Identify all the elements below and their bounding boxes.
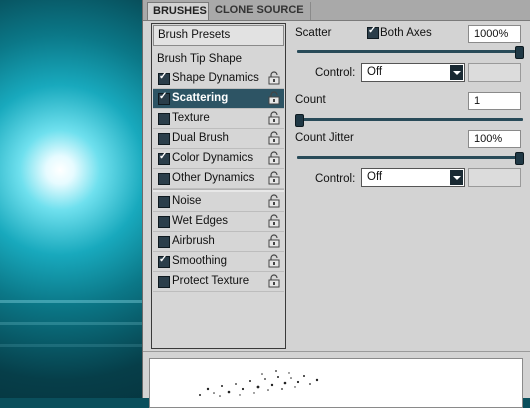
both-axes-checkbox[interactable] — [367, 25, 379, 39]
scatter-control-extra-field — [468, 63, 521, 82]
shape-dynamics-label: Shape Dynamics — [172, 72, 259, 84]
protect-texture-label: Protect Texture — [172, 275, 250, 287]
list-item-other-dynamics[interactable]: Other Dynamics — [153, 169, 284, 189]
scatter-label: Scatter — [295, 27, 332, 39]
brush-tip-shape-item[interactable]: Brush Tip Shape — [157, 52, 242, 66]
list-item-protect-texture[interactable]: Protect Texture — [153, 272, 284, 292]
scatter-slider-track[interactable] — [297, 50, 523, 53]
color-dynamics-label: Color Dynamics — [172, 152, 254, 164]
list-item-smoothing[interactable]: Smoothing — [153, 252, 284, 272]
texture-label: Texture — [172, 112, 210, 124]
lock-icon[interactable] — [267, 131, 281, 145]
count-jitter-slider-track[interactable] — [297, 156, 523, 159]
lock-icon[interactable] — [267, 71, 281, 85]
dual-brush-label: Dual Brush — [172, 132, 229, 144]
count-jitter-control-value: Off — [367, 171, 383, 183]
lock-icon[interactable] — [267, 171, 281, 185]
protect-texture-checkbox[interactable] — [158, 276, 170, 288]
noise-label: Noise — [172, 195, 202, 207]
list-item-shape-dynamics[interactable]: Shape Dynamics — [153, 69, 284, 89]
brushes-panel: BRUSHES CLONE SOURCE Brush Presets Brush… — [142, 0, 530, 408]
airbrush-label: Airbrush — [172, 235, 215, 247]
chevron-down-icon — [450, 170, 463, 185]
panel-tab-bar: BRUSHES CLONE SOURCE — [143, 0, 530, 21]
list-item-texture[interactable]: Texture — [153, 109, 284, 129]
count-jitter-control-select[interactable]: Off — [361, 168, 465, 187]
brush-stroke-scatter — [199, 370, 319, 397]
list-item-color-dynamics[interactable]: Color Dynamics — [153, 149, 284, 169]
scattering-checkbox[interactable] — [158, 91, 170, 105]
dual-brush-checkbox[interactable] — [158, 133, 170, 145]
count-slider-track[interactable] — [297, 118, 523, 121]
color-dynamics-checkbox[interactable] — [158, 151, 170, 165]
teal-bokeh-background — [0, 0, 145, 398]
list-item-wet-edges[interactable]: Wet Edges — [153, 212, 284, 232]
smoothing-label: Smoothing — [172, 255, 227, 267]
list-item-dual-brush[interactable]: Dual Brush — [153, 129, 284, 149]
scatter-control-label: Control: — [315, 67, 356, 79]
list-item-airbrush[interactable]: Airbrush — [153, 232, 284, 252]
scatter-control-select[interactable]: Off — [361, 63, 465, 82]
chevron-down-icon — [450, 65, 463, 80]
both-axes-label: Both Axes — [380, 27, 432, 39]
scatter-value-field[interactable]: 1000% — [468, 25, 521, 43]
other-dynamics-label: Other Dynamics — [172, 172, 255, 184]
count-value-field[interactable]: 1 — [468, 92, 521, 110]
smoothing-checkbox[interactable] — [158, 254, 170, 268]
lock-icon[interactable] — [267, 151, 281, 165]
panel-divider — [143, 351, 530, 352]
brush-presets-button[interactable]: Brush Presets — [153, 25, 284, 46]
scatter-control-value: Off — [367, 66, 383, 78]
count-label: Count — [295, 94, 326, 106]
texture-checkbox[interactable] — [158, 113, 170, 125]
shape-dynamics-checkbox[interactable] — [158, 71, 170, 85]
count-jitter-control-label: Control: — [315, 173, 356, 185]
lock-icon[interactable] — [267, 111, 281, 125]
lock-icon[interactable] — [267, 214, 281, 228]
tab-clone-source[interactable]: CLONE SOURCE — [209, 2, 311, 20]
noise-checkbox[interactable] — [158, 196, 170, 208]
count-slider-thumb[interactable] — [295, 114, 304, 127]
lock-icon[interactable] — [267, 234, 281, 248]
count-jitter-label: Count Jitter — [295, 132, 354, 144]
list-item-noise[interactable]: Noise — [153, 192, 284, 212]
scatter-slider-thumb[interactable] — [515, 46, 524, 59]
brush-settings-list: Brush Presets Brush Tip Shape Shape Dyna… — [151, 23, 286, 349]
scattering-label: Scattering — [172, 92, 229, 104]
count-jitter-slider-thumb[interactable] — [515, 152, 524, 165]
lock-icon[interactable] — [267, 194, 281, 208]
tab-brushes[interactable]: BRUSHES — [147, 2, 209, 20]
wet-edges-checkbox[interactable] — [158, 216, 170, 228]
wet-edges-label: Wet Edges — [172, 215, 229, 227]
airbrush-checkbox[interactable] — [158, 236, 170, 248]
lock-icon[interactable] — [267, 91, 281, 105]
lock-icon[interactable] — [267, 254, 281, 268]
other-dynamics-checkbox[interactable] — [158, 173, 170, 185]
list-item-scattering[interactable]: Scattering — [153, 89, 284, 109]
list-separator — [153, 189, 284, 192]
count-jitter-control-extra-field — [468, 168, 521, 187]
count-jitter-value-field[interactable]: 100% — [468, 130, 521, 148]
lock-icon[interactable] — [267, 274, 281, 288]
brush-stroke-preview — [149, 358, 523, 408]
